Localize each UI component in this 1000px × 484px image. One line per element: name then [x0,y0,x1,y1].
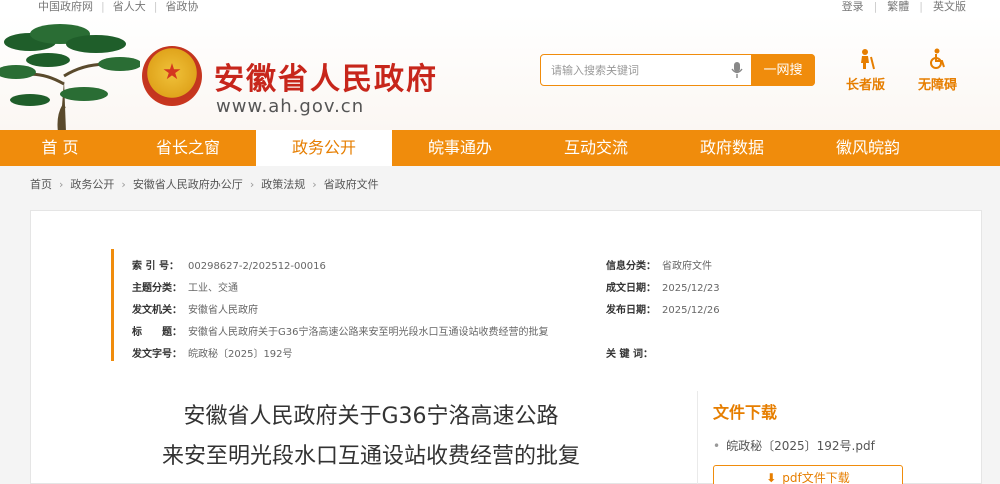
search-box: 一网搜 [540,54,815,86]
document-title: 安徽省人民政府关于G36宁洛高速公路 来安至明光段水口互通设站收费经营的批复 [91,397,651,477]
nav-home[interactable]: 首 页 [0,130,120,166]
meta-issuer: 发文机关： 安徽省人民政府 [132,305,258,316]
login-link[interactable]: 登录 [832,0,874,13]
meta-category: 主题分类： 工业、交通 [132,283,238,294]
chevron-right-icon: › [121,177,126,191]
english-link[interactable]: 英文版 [923,0,976,13]
nav-interaction[interactable]: 互动交流 [528,130,664,166]
search-input[interactable] [551,61,731,81]
meta-doc-no: 发文字号： 皖政秘〔2025〕192号 [132,349,293,360]
download-file-name: 皖政秘〔2025〕192号.pdf [726,439,875,453]
vertical-divider [697,391,698,484]
download-arrow-icon: ⬇ [766,471,777,484]
chevron-right-icon: › [312,177,317,191]
breadcrumb-office[interactable]: 安徽省人民政府办公厅 [133,176,243,192]
site-url: www.ah.gov.cn [216,96,365,117]
breadcrumb: 首页 › 政务公开 › 安徽省人民政府办公厅 › 政策法规 › 省政府文件 [30,176,379,192]
content-panel: 索 引 号： 00298627-2/202512-00016 主题分类： 工业、交通… [30,210,982,484]
site-title[interactable]: 安徽省人民政府 [214,54,438,98]
meta-keywords: 关 键 词： [606,349,653,360]
meta-published: 发布日期： 2025/12/26 [606,305,720,316]
download-file-link[interactable]: • 皖政秘〔2025〕192号.pdf [713,437,875,454]
link-gov-cn[interactable]: 中国政府网 [30,0,101,13]
elder-icon [860,49,875,70]
meta-index: 索 引 号： 00298627-2/202512-00016 [132,261,326,272]
chevron-right-icon: › [249,177,255,191]
pdf-download-label: pdf文件下载 [782,471,850,484]
link-npc[interactable]: 省人大 [105,0,154,13]
breadcrumb-home[interactable]: 首页 [30,176,52,192]
search-button[interactable]: 一网搜 [751,54,815,86]
document-title-line2: 来安至明光段水口互通设站收费经营的批复 [161,444,580,469]
breadcrumb-docs[interactable]: 省政府文件 [324,176,379,192]
traditional-link[interactable]: 繁體 [877,0,919,13]
nav-services[interactable]: 皖事通办 [392,130,528,166]
meta-title: 标 题： 安徽省人民政府关于G36宁洛高速公路来安至明光段水口互通设站收费经营的批… [132,327,549,338]
wheelchair-icon [929,48,945,69]
elder-mode-label: 长者版 [846,78,886,93]
nav-culture[interactable]: 徽风皖韵 [800,130,936,166]
pine-tree-icon [0,24,140,130]
breadcrumb-policy[interactable]: 政策法规 [261,176,305,192]
document-meta: 索 引 号： 00298627-2/202512-00016 主题分类： 工业、交通… [111,249,911,361]
download-heading: 文件下载 [713,403,778,422]
pdf-download-button[interactable]: ⬇ pdf文件下载 [713,465,903,484]
top-bar: 中国政府网 | 省人大 | 省政协 登录 | 繁體 | 英文版 [0,0,1000,14]
main-nav: 首 页 省长之窗 政务公开 皖事通办 互动交流 政府数据 徽风皖韵 [0,130,1000,166]
elder-mode-button[interactable]: 长者版 [846,48,885,93]
accessibility-label: 无障碍 [918,78,958,93]
top-left-links: 中国政府网 | 省人大 | 省政协 [30,0,206,13]
meta-created: 成文日期： 2025/12/23 [606,283,720,294]
meta-source: 信息分类： 省政府文件 [606,261,712,272]
site-header: 安徽省人民政府 www.ah.gov.cn 一网搜 长者版 无障碍 [0,14,1000,130]
link-cppcc[interactable]: 省政协 [157,0,206,13]
nav-gov-affairs[interactable]: 政务公开 [256,130,392,166]
accessibility-button[interactable]: 无障碍 [918,48,957,93]
breadcrumb-gov-affairs[interactable]: 政务公开 [70,176,114,192]
nav-gov-data[interactable]: 政府数据 [664,130,800,166]
document-title-line1: 安徽省人民政府关于G36宁洛高速公路 [183,404,559,429]
microphone-icon[interactable] [731,61,743,79]
national-emblem-icon [142,46,202,106]
nav-governor[interactable]: 省长之窗 [120,130,256,166]
top-right-links: 登录 | 繁體 | 英文版 [832,0,976,13]
bullet-icon: • [713,439,721,453]
chevron-right-icon: › [59,177,64,191]
